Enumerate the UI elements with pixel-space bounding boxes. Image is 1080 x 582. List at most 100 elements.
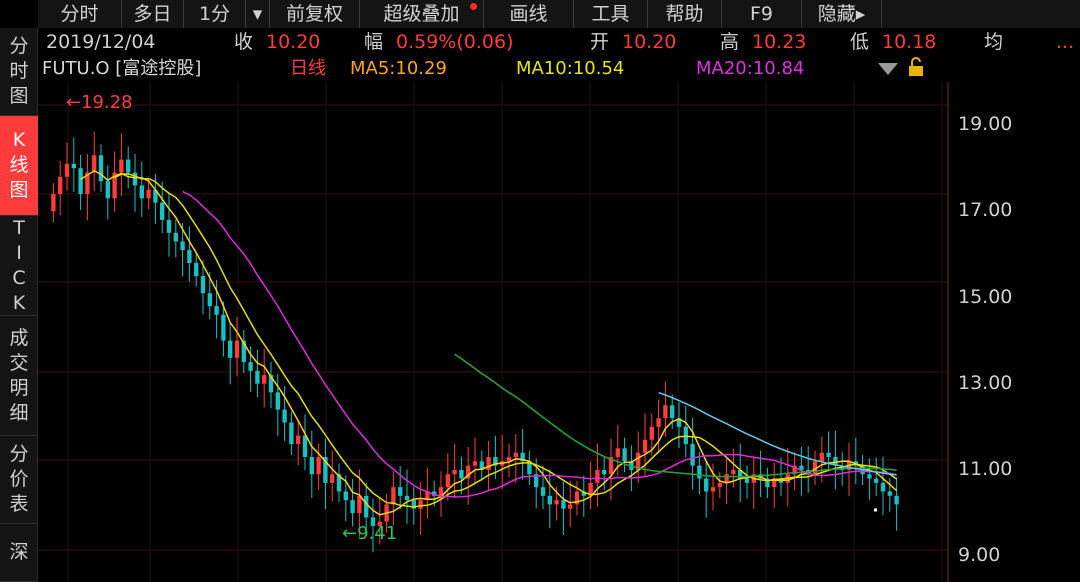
candle-body (309, 457, 314, 475)
ma10-label: MA10:10.54 (516, 58, 625, 79)
avg-label: 均 (984, 31, 1004, 53)
sidebar-tab-5[interactable]: 深 (0, 524, 38, 582)
toolbar-item-7[interactable]: 工具 (574, 0, 648, 28)
candle-body (540, 487, 546, 496)
sidebar-tab-1[interactable]: K线图 (0, 116, 38, 216)
toolbar-item-5[interactable]: 超级叠加 (360, 0, 484, 28)
candle-body (275, 392, 280, 410)
y-tick-label: 17.00 (958, 199, 1013, 222)
candle-body (710, 487, 716, 492)
sidebar-tab-char: 深 (9, 541, 29, 563)
candle-body (887, 491, 892, 496)
candle-body (207, 293, 212, 307)
close-label: 收 (234, 31, 254, 53)
ma20-line (182, 190, 897, 498)
sidebar-tab-char: K (12, 129, 26, 151)
period-label[interactable]: 日线 (290, 56, 326, 82)
sidebar-tab-char: 时 (9, 60, 29, 82)
toolbar-item-6[interactable]: 画线 (484, 0, 574, 28)
sidebar-tab-char: 分 (9, 443, 29, 465)
notification-dot-icon (470, 3, 477, 10)
candle-body (126, 159, 131, 173)
candle-body (472, 461, 478, 466)
candle-body (880, 482, 886, 492)
sidebar-tab-2[interactable]: TICK (0, 216, 38, 316)
sidebar-tab-char: 分 (9, 35, 29, 57)
y-tick-label: 15.00 (958, 285, 1013, 308)
sidebar-tab-char: 细 (9, 401, 29, 424)
sidebar-tab-4[interactable]: 分价表 (0, 436, 38, 524)
toolbar-item-1[interactable]: 多日 (122, 0, 184, 28)
kline-chart[interactable] (38, 82, 1080, 582)
sidebar-tab-char: 图 (9, 179, 29, 201)
more-indicator[interactable]: ... (1056, 28, 1074, 56)
candle-body (146, 189, 151, 199)
toolbar-item-label: 隐藏▸ (817, 3, 866, 25)
dropdown-triangle-icon[interactable] (878, 63, 898, 75)
candle-body (670, 405, 675, 419)
candle-body (874, 478, 879, 483)
sidebar-tab-char: 表 (9, 493, 29, 515)
sidebar-tab-char: 线 (9, 154, 29, 176)
high-value: 10.23 (752, 31, 807, 53)
candle-body (622, 448, 627, 462)
quote-bar: 2019/12/04 收 10.20 幅 0.59%(0.06) 开 10.20… (38, 28, 1080, 56)
y-tick-label: 19.00 (958, 113, 1013, 136)
candle-body (697, 465, 702, 479)
candle-body (445, 474, 450, 488)
candle-body (200, 275, 206, 294)
high-arrow-icon: ← (66, 92, 82, 113)
toolbar-item-label: 超级叠加 (383, 3, 460, 25)
open-value: 10.20 (622, 31, 677, 53)
candle-body (554, 500, 559, 505)
candle-body (221, 314, 226, 341)
candle-body (615, 448, 620, 457)
candle-body (568, 504, 573, 509)
candle-body (248, 362, 253, 371)
candle-body (51, 194, 56, 212)
candle-body (704, 478, 709, 492)
last-price-marker (874, 508, 877, 512)
candle-body (513, 452, 518, 457)
toolbar-item-10[interactable]: 隐藏▸ (802, 0, 882, 28)
sidebar-tab-3[interactable]: 成交明细 (0, 316, 38, 436)
candle-body (744, 478, 750, 483)
toolbar: 分时 多日 1分 ▾ 前复权 超级叠加 画线 工具 帮助 F9 隐藏▸ (38, 0, 1080, 28)
sidebar-tab-char: 交 (9, 351, 29, 374)
toolbar-item-9[interactable]: F9 (722, 0, 802, 28)
candle-body (98, 155, 104, 182)
candle-body (717, 482, 722, 488)
candle-body (166, 219, 172, 233)
candle-body (656, 418, 661, 427)
amp-value: 0.59%(0.06) (396, 31, 514, 53)
candle-body (350, 500, 355, 514)
toolbar-item-label: 工具 (591, 3, 630, 25)
candle-body (262, 375, 267, 384)
low-value: 10.18 (882, 31, 937, 53)
candle-body (105, 181, 110, 199)
open-label: 开 (590, 31, 610, 53)
toolbar-item-label: 画线 (509, 3, 548, 25)
candle-body (398, 487, 403, 496)
toolbar-item-8[interactable]: 帮助 (648, 0, 722, 28)
low-annotation-value: 9.41 (357, 523, 398, 544)
candle-body (296, 435, 301, 445)
candle-body (404, 495, 410, 501)
candle-body (282, 409, 287, 423)
toolbar-item-label: 分时 (60, 3, 99, 25)
y-tick-label: 11.00 (958, 457, 1013, 480)
symbol-label: FUTU.O [富途控股] (42, 58, 202, 79)
candle-body (173, 232, 178, 242)
sidebar: 分时图K线图TICK成交明细分价表深 (0, 28, 38, 582)
toolbar-item-0[interactable]: 分时 (38, 0, 122, 28)
candle-body (92, 155, 97, 173)
sidebar-tab-char: 价 (9, 468, 29, 490)
toolbar-item-label: 帮助 (665, 3, 704, 25)
high-annotation: ←19.28 (66, 92, 133, 113)
toolbar-item-3[interactable]: ▾ (246, 0, 270, 28)
candle-body (58, 176, 63, 195)
candle-body (214, 306, 219, 315)
toolbar-item-4[interactable]: 前复权 (270, 0, 360, 28)
toolbar-item-2[interactable]: 1分 (184, 0, 246, 28)
sidebar-tab-0[interactable]: 分时图 (0, 28, 38, 116)
